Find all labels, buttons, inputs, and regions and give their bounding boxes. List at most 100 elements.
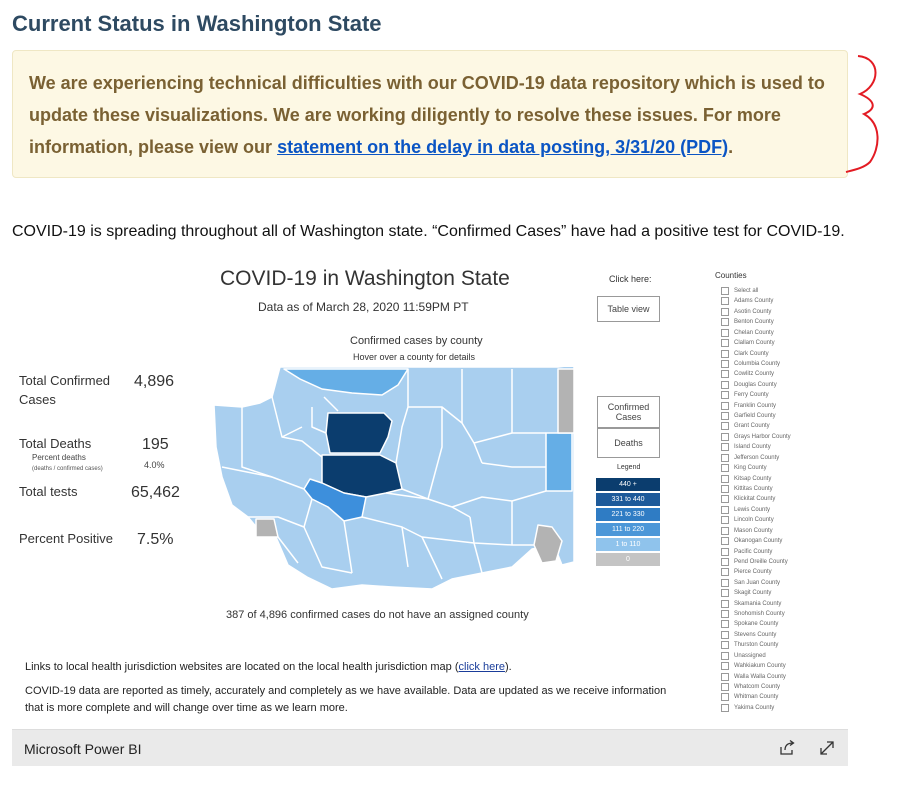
- checkbox[interactable]: [721, 620, 729, 629]
- delay-statement-link[interactable]: statement on the delay in data posting, …: [277, 137, 728, 157]
- checkbox[interactable]: [721, 693, 729, 702]
- fullscreen-icon[interactable]: [818, 739, 836, 757]
- county-checkbox-row[interactable]: Lewis County: [721, 505, 770, 515]
- map-subtitle: Confirmed cases by county: [350, 335, 483, 347]
- county-checkbox-row[interactable]: Kittitas County: [721, 484, 773, 494]
- checkbox[interactable]: [721, 474, 729, 483]
- county-checkbox-row[interactable]: Unassigned: [721, 651, 766, 661]
- checkbox[interactable]: [721, 380, 729, 389]
- county-name: Pierce County: [734, 569, 772, 576]
- deaths-button[interactable]: Deaths: [597, 428, 660, 458]
- county-checkbox-row[interactable]: Thurston County: [721, 640, 778, 650]
- county-checkbox-row[interactable]: Lincoln County: [721, 515, 774, 525]
- share-icon[interactable]: [778, 739, 796, 757]
- checkbox[interactable]: [721, 297, 729, 306]
- checkbox[interactable]: [721, 432, 729, 441]
- deaths-value: 195: [142, 436, 169, 453]
- county-checkbox-row[interactable]: San Juan County: [721, 578, 780, 588]
- checkbox[interactable]: [721, 391, 729, 400]
- county-checkbox-row[interactable]: Skamania County: [721, 599, 781, 609]
- checkbox[interactable]: [721, 651, 729, 660]
- county-checkbox-row[interactable]: Adams County: [721, 296, 773, 306]
- county-name: Lincoln County: [734, 517, 774, 524]
- county-checkbox-row[interactable]: Okanogan County: [721, 536, 782, 546]
- county-checkbox-row[interactable]: Skagit County: [721, 588, 771, 598]
- checkbox[interactable]: [721, 547, 729, 556]
- checkbox[interactable]: [721, 505, 729, 514]
- county-checkbox-row[interactable]: Mason County: [721, 526, 773, 536]
- county-checkbox-row[interactable]: Chelan County: [721, 328, 774, 338]
- county-checkbox-row[interactable]: Spokane County: [721, 619, 778, 629]
- county-checkbox-row[interactable]: Clark County: [721, 349, 769, 359]
- legend-item: 1 to 110: [596, 538, 660, 551]
- checkbox[interactable]: [721, 464, 729, 473]
- county-checkbox-row[interactable]: Snohomish County: [721, 609, 785, 619]
- county-checkbox-row[interactable]: Ferry County: [721, 390, 769, 400]
- checkbox[interactable]: [721, 568, 729, 577]
- checkbox[interactable]: [721, 578, 729, 587]
- washington-county-map[interactable]: [212, 367, 577, 597]
- dashboard-date: Data as of March 28, 2020 11:59PM PT: [258, 300, 469, 314]
- county-name: Thurston County: [734, 642, 779, 649]
- checkbox[interactable]: [721, 703, 729, 712]
- checkbox[interactable]: [721, 610, 729, 619]
- county-checkbox-row[interactable]: Cowlitz County: [721, 369, 774, 379]
- county-checkbox-row[interactable]: Kitsap County: [721, 474, 771, 484]
- checkbox[interactable]: [721, 589, 729, 598]
- checkbox[interactable]: [721, 453, 729, 462]
- county-checkbox-row[interactable]: Pend Oreille County: [721, 557, 788, 567]
- county-checkbox-row[interactable]: Garfield County: [721, 411, 776, 421]
- county-checkbox-row[interactable]: Asotin County: [721, 307, 771, 317]
- county-checkbox-row[interactable]: Columbia County: [721, 359, 780, 369]
- checkbox[interactable]: [721, 359, 729, 368]
- checkbox[interactable]: [721, 307, 729, 316]
- county-checkbox-row[interactable]: Pierce County: [721, 567, 772, 577]
- checkbox[interactable]: [721, 526, 729, 535]
- checkbox[interactable]: [721, 641, 729, 650]
- checkbox[interactable]: [721, 662, 729, 671]
- county-checkbox-row[interactable]: Pacific County: [721, 547, 772, 557]
- checkbox[interactable]: [721, 557, 729, 566]
- confirmed-cases-button[interactable]: Confirmed Cases: [597, 396, 660, 428]
- checkbox[interactable]: [721, 370, 729, 379]
- checkbox[interactable]: [721, 484, 729, 493]
- table-view-button[interactable]: Table view: [597, 296, 660, 322]
- checkbox[interactable]: [721, 328, 729, 337]
- county-checkbox-row[interactable]: Benton County: [721, 317, 774, 327]
- county-checkbox-row[interactable]: King County: [721, 463, 767, 473]
- county-name: Whitman County: [734, 694, 779, 701]
- county-checkbox-row[interactable]: Douglas County: [721, 380, 777, 390]
- county-checkbox-row[interactable]: Franklin County: [721, 401, 776, 411]
- county-checkbox-row[interactable]: Yakima County: [721, 703, 774, 713]
- county-name: Asotin County: [734, 308, 772, 315]
- county-spokane: [545, 432, 573, 492]
- checkbox[interactable]: [721, 599, 729, 608]
- checkbox[interactable]: [721, 349, 729, 358]
- county-checkbox-row[interactable]: Select all: [721, 286, 758, 296]
- checkbox[interactable]: [721, 401, 729, 410]
- checkbox[interactable]: [721, 412, 729, 421]
- county-checkbox-row[interactable]: Whitman County: [721, 692, 778, 702]
- checkbox[interactable]: [721, 516, 729, 525]
- checkbox[interactable]: [721, 495, 729, 504]
- checkbox[interactable]: [721, 318, 729, 327]
- county-checkbox-row[interactable]: Whatcom County: [721, 682, 780, 692]
- county-checkbox-row[interactable]: Jefferson County: [721, 453, 779, 463]
- checkbox[interactable]: [721, 287, 729, 295]
- county-checkbox-row[interactable]: Island County: [721, 442, 771, 452]
- county-checkbox-row[interactable]: Stevens County: [721, 630, 776, 640]
- checkbox[interactable]: [721, 537, 729, 546]
- county-checkbox-row[interactable]: Grays Harbor County: [721, 432, 791, 442]
- county-checkbox-row[interactable]: Walla Walla County: [721, 672, 786, 682]
- checkbox[interactable]: [721, 422, 729, 431]
- county-checkbox-row[interactable]: Klickitat County: [721, 494, 775, 504]
- click-here-link[interactable]: click here: [459, 661, 505, 673]
- county-checkbox-row[interactable]: Grant County: [721, 421, 770, 431]
- checkbox[interactable]: [721, 682, 729, 691]
- county-checkbox-row[interactable]: Clallam County: [721, 338, 775, 348]
- checkbox[interactable]: [721, 672, 729, 681]
- checkbox[interactable]: [721, 339, 729, 348]
- county-checkbox-row[interactable]: Wahkiakum County: [721, 661, 786, 671]
- checkbox[interactable]: [721, 630, 729, 639]
- checkbox[interactable]: [721, 443, 729, 452]
